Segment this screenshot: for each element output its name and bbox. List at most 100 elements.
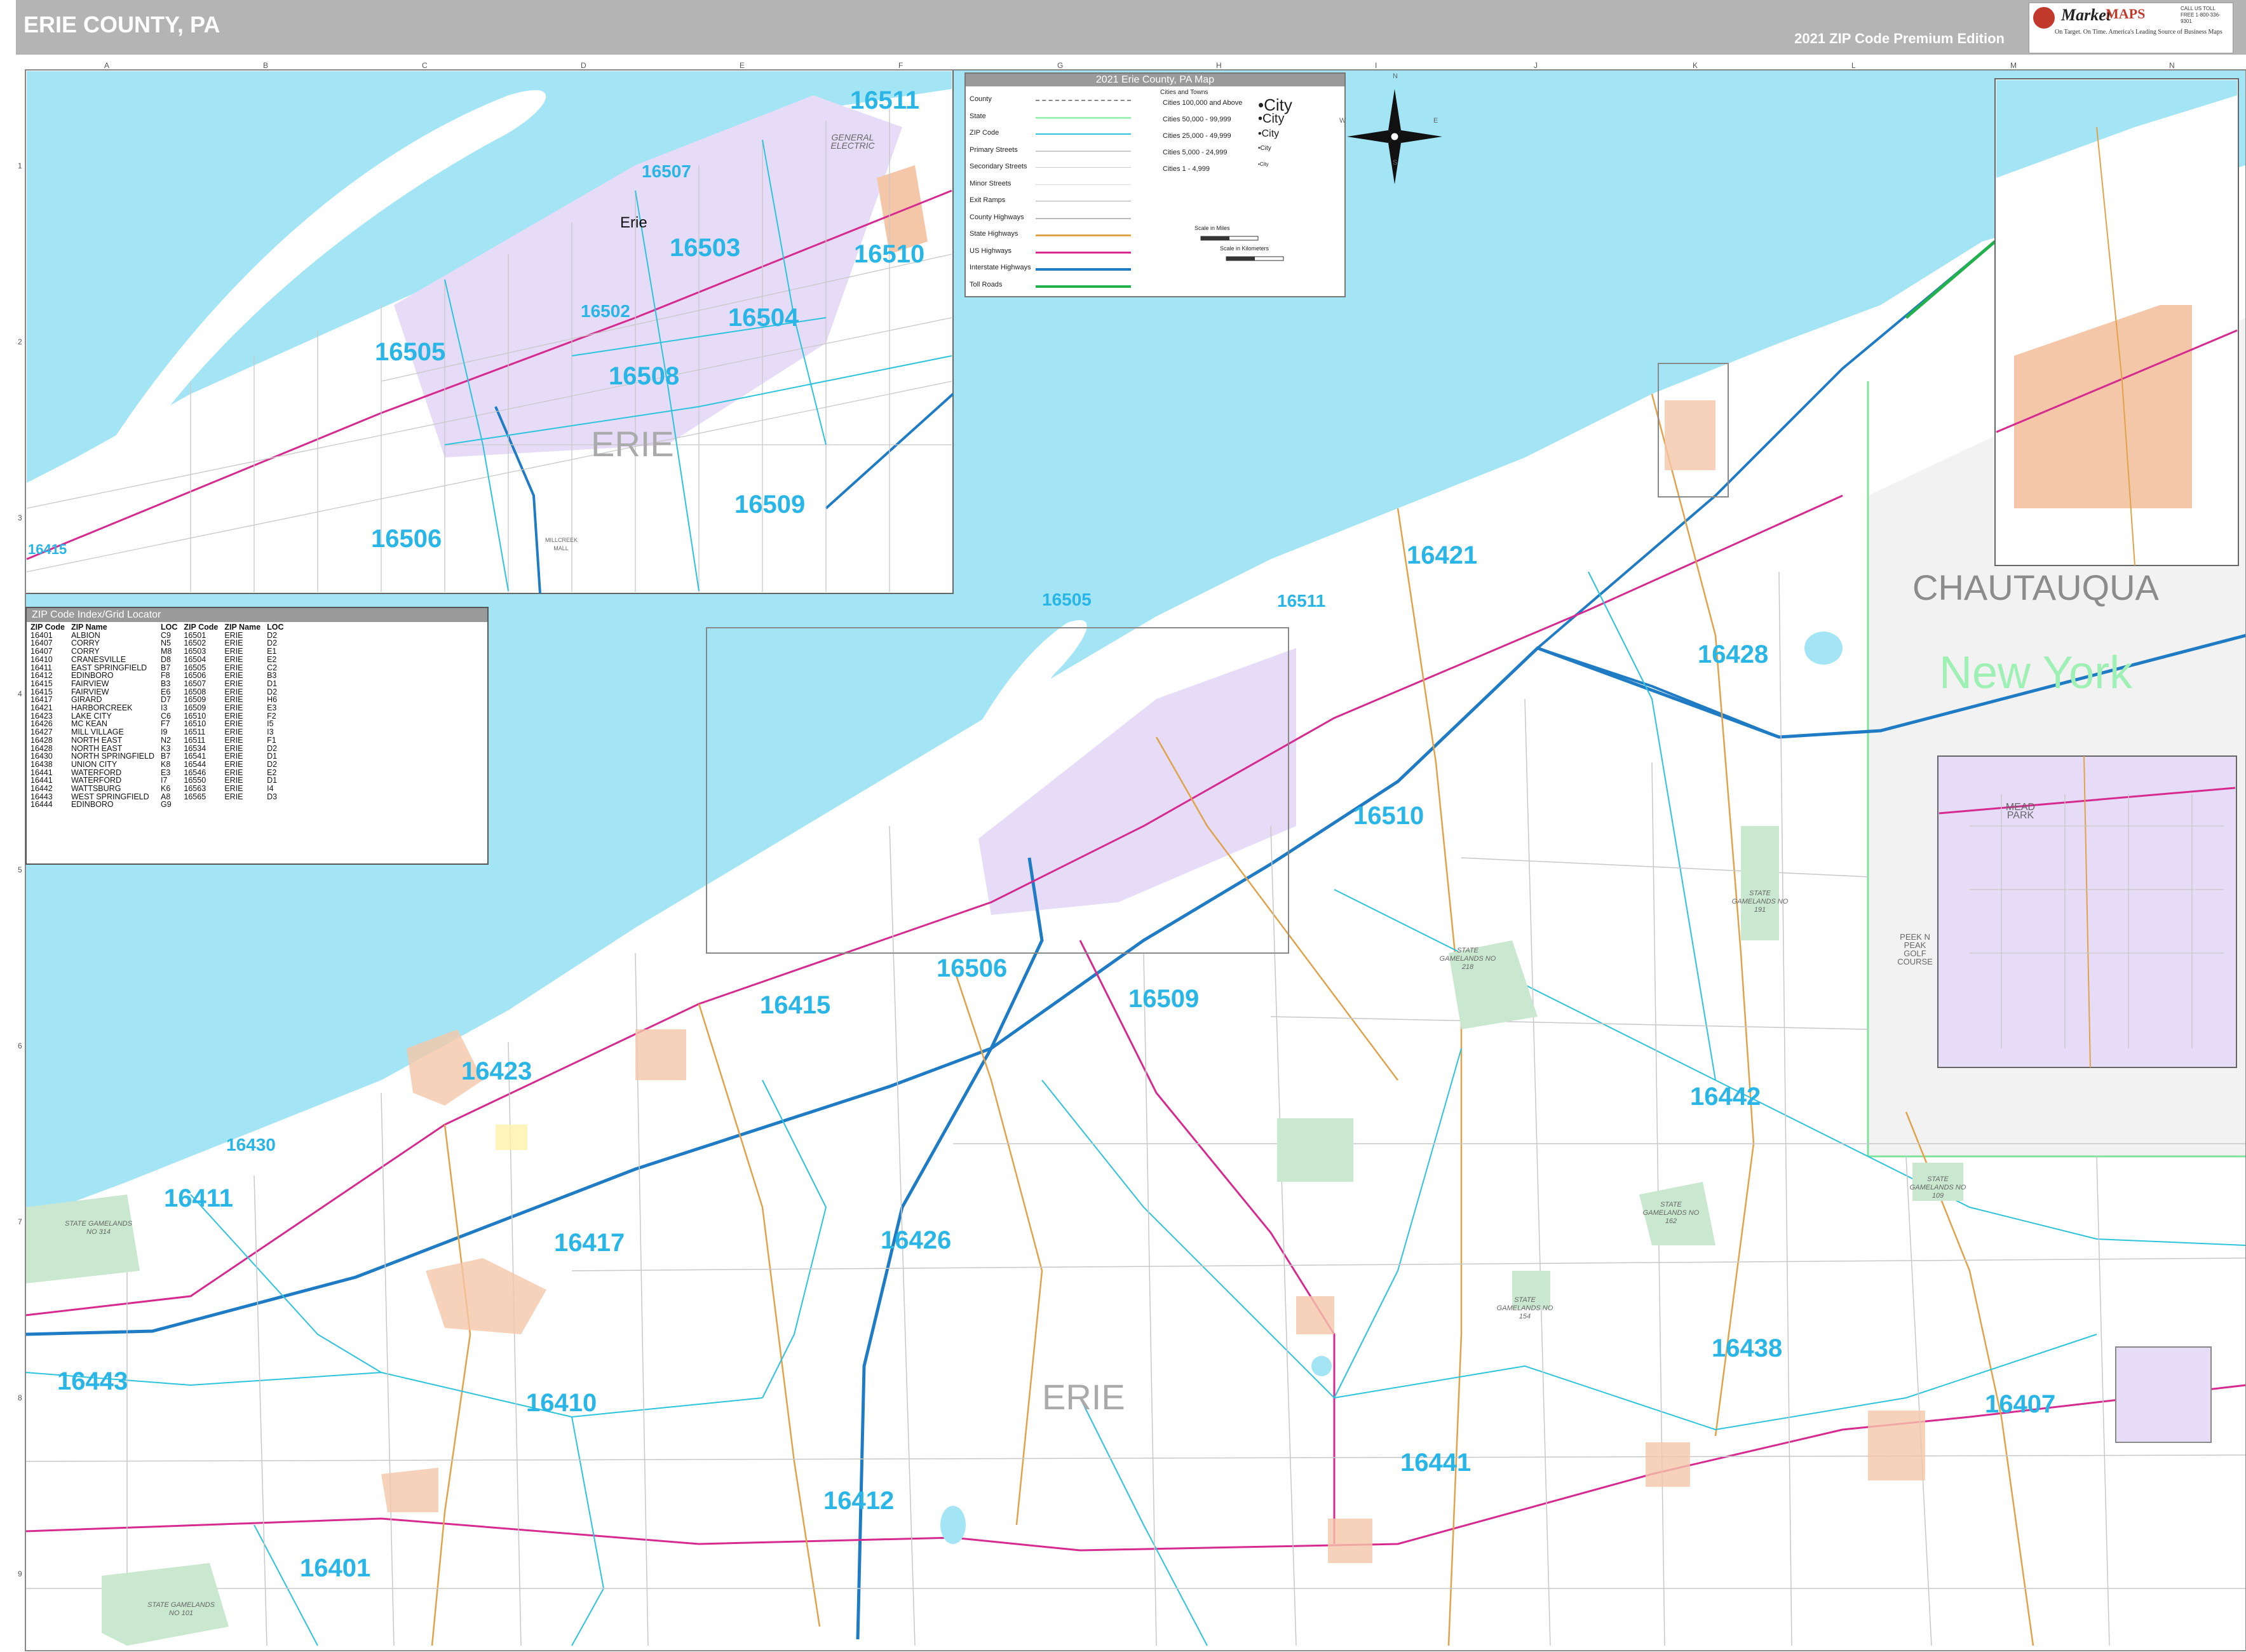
zip-index-header: ZIP Code [30,623,65,632]
table-row: 16428 NORTH EAST K3 16534 ERIE D2 [28,744,287,753]
table-cell: E3 [267,703,277,713]
logo-word-maps: MAPS [2106,6,2146,22]
inset-place-peek-n-peak: PEEK N PEAK GOLF COURSE [1897,932,1933,966]
table-cell [264,801,287,809]
county-erie: ERIE [1042,1377,1125,1417]
logo-word-market: Market [2061,6,2111,24]
place-gamelands-218: STATE GAMELANDS NO 218 [1439,947,1496,971]
table-cell: N2 [161,735,171,745]
legend-city-class: Cities 5,000 - 24,999 [1163,149,1228,156]
legend-item-label: Secondary Streets [970,163,1027,170]
zip-16412: 16412 [823,1487,895,1515]
table-row: 16441 WATERFORD E3 16546 ERIE E2 [28,768,287,777]
place-gamelands-162: STATE GAMELANDS NO 162 [1642,1201,1700,1225]
legend-city-class: Cities 25,000 - 49,999 [1163,132,1231,140]
compass-rose-icon [1347,89,1442,184]
legend-line-swatch [1036,100,1131,101]
table-row: 16427 MILL VILLAGE I9 16511 ERIE I3 [28,728,287,736]
table-row: 16430 NORTH SPRINGFIELD B7 16541 ERIE D1 [28,752,287,761]
inset-zip-16503: 16503 [670,234,741,262]
grid-number: 1 [18,161,22,170]
table-cell: 16563 [184,784,206,794]
legend-item-label: State Highways [970,230,1018,238]
grid-letter: M [2010,61,2017,70]
table-cell: 16503 [184,647,206,656]
legend-title: 2021 Erie County, PA Map [966,74,1344,86]
grid-letter: I [1375,61,1377,70]
zip-16401: 16401 [300,1554,371,1582]
table-row: 16410 CRANESVILLE D8 16504 ERIE E2 [28,656,287,664]
legend-line-swatch [1036,268,1131,271]
table-row: 16411 EAST SPRINGFIELD B7 16505 ERIE C2 [28,663,287,672]
zip-index-header: LOC [267,623,284,632]
table-cell: CORRY [71,647,100,656]
zip-16442: 16442 [1690,1083,1761,1111]
legend-line-swatch [1036,234,1131,236]
table-cell: 16421 [30,703,53,713]
zip-index-grid: ZIP Code ZIP Name LOC ZIP Code ZIP Name LOC 1… [28,623,287,809]
table-cell: D8 [161,654,171,664]
table-cell: MILL VILLAGE [71,728,124,737]
zip-16407: 16407 [1985,1390,2056,1418]
legend-item-label: US Highways [970,247,1012,255]
logo-tagline: On Target. On Time. America's Leading So… [2055,29,2222,36]
place-gamelands-154: STATE GAMELANDS NO 154 [1496,1296,1553,1320]
zip-16428: 16428 [1698,640,1769,668]
place-gamelands-314: STATE GAMELANDS NO 314 [65,1220,132,1236]
inset-place-mead-park: MEAD PARK [2005,802,2036,821]
logo-badge-icon [2033,7,2055,29]
zip-index-header: ZIP Name [71,623,107,632]
table-cell: D3 [267,792,278,801]
table-cell: 16407 [30,647,53,656]
grid-number: 8 [18,1393,22,1402]
legend-city-class: Cities 50,000 - 99,999 [1163,116,1231,123]
inset-place-millcreek-mall: MILLCREEK MALL [545,537,578,552]
table-cell: CRANESVILLE [71,654,126,664]
grid-letter: N [2169,61,2175,70]
legend-cities-header: Cities and Towns [1160,89,1208,96]
legend-city-sample: •City [1258,128,1280,139]
legend-line-swatch [1036,116,1131,119]
table-cell: I4 [267,784,274,794]
zip-index-table: ZIP Code Index/Grid Locator ZIP Code ZIP … [25,607,489,865]
zip-16438: 16438 [1712,1334,1783,1362]
zip-16510: 16510 [1353,802,1424,830]
place-gamelands-109: STATE GAMELANDS NO 109 [1909,1175,1966,1200]
table-row: 16421 HARBORCREEK I3 16509 ERIE E3 [28,704,287,712]
inset-zip-16510: 16510 [854,240,925,268]
grid-letter: L [1851,61,1856,70]
table-cell: 16438 [30,759,53,769]
legend-city-sample: •City [1258,112,1285,126]
grid-number: 2 [18,337,22,346]
edition-label: 2021 ZIP Code Premium Edition [1794,30,2005,46]
legend-item-label: Primary Streets [970,146,1018,154]
legend-line-swatch [1036,184,1131,185]
legend-line-swatch [1036,133,1131,135]
table-row: 16407 CORRY M8 16503 ERIE E1 [28,647,287,656]
legend-city-class: Cities 1 - 4,999 [1163,165,1210,173]
legend-city-sample: •City [1258,161,1269,167]
table-cell: FAIRVIEW [71,679,109,688]
legend-line-swatch [1036,217,1131,219]
table-cell: 16509 [184,703,206,713]
inset-zip-16505: 16505 [375,338,446,366]
zip-16417: 16417 [554,1229,625,1257]
table-cell: B3 [161,679,171,688]
grid-letter: F [898,61,903,70]
inset-zip-16511: 16511 [850,86,920,114]
market-maps-logo[interactable]: Market MAPS On Target. On Time. America'… [2029,3,2233,53]
county-chautauqua: CHAUTAUQUA [1912,567,2159,607]
inset-place-general-electric: GENERAL ELECTRIC [830,132,875,151]
table-row: 16417 GIRARD D7 16509 ERIE H6 [28,696,287,704]
table-cell: 16511 [184,728,206,737]
grid-letter: C [422,61,428,70]
table-row: 16443 WEST SPRINGFIELD A8 16565 ERIE D3 [28,793,287,801]
grid-letter: E [740,61,745,70]
inset-zip-16507: 16507 [642,161,691,181]
table-cell: D1 [267,679,278,688]
table-cell: ERIE [224,784,243,794]
table-cell: 16428 [30,735,53,745]
scale-bar-icon [1200,236,1284,261]
grid-letter: D [581,61,586,70]
compass-s: S [1393,159,1398,166]
